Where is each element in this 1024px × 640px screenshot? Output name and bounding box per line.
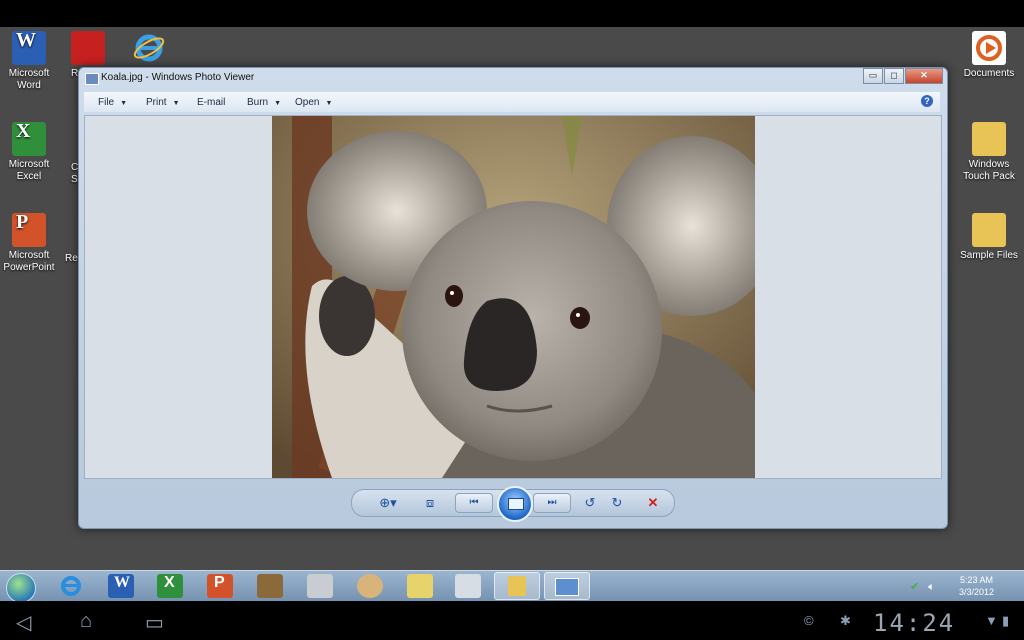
slideshow-button[interactable]	[497, 486, 533, 522]
photo-viewer-app-icon	[85, 73, 99, 85]
window-titlebar[interactable]: Koala.jpg - Windows Photo Viewer ▭ ◻ ✕	[79, 68, 947, 90]
internet-explorer-icon	[132, 31, 166, 65]
debug-icon: ✱	[840, 613, 851, 628]
powerpoint-icon: P	[12, 212, 46, 247]
start-button[interactable]	[6, 573, 36, 603]
close-button[interactable]: ✕	[905, 68, 943, 84]
slideshow-icon	[508, 498, 524, 510]
chevron-down-icon: ▼	[172, 100, 180, 107]
photo-viewer-icon	[555, 578, 579, 596]
powerpoint-icon: P	[214, 574, 225, 591]
documents-icon	[972, 31, 1006, 65]
action-center-icon[interactable]: ✔	[910, 581, 919, 593]
rotate-cw-icon[interactable]: ↻	[608, 493, 626, 513]
desktop-icon-label: Microsoft Excel	[8, 159, 50, 182]
taskbar-explorer[interactable]	[494, 572, 540, 600]
next-button[interactable]: ⏭	[533, 493, 571, 513]
taskbar-media-center[interactable]	[257, 574, 283, 598]
menu-bar: File ▼ Print ▼ E-mail Burn ▼ Open ▼ ?	[84, 92, 940, 112]
status-bar-top	[0, 0, 1024, 27]
desktop-icon-word[interactable]: W Microsoft Word	[0, 30, 60, 92]
desktop-icon-label: Documents	[963, 68, 1015, 79]
menu-email[interactable]: E-mail	[197, 97, 225, 108]
excel-icon: X	[164, 574, 175, 591]
copyright-icon: ©	[804, 613, 814, 628]
menu-file-label: File	[98, 97, 115, 108]
taskbar-keyboard[interactable]	[307, 574, 333, 598]
battery-icon: ▮	[1002, 613, 1010, 628]
taskbar-calculator[interactable]	[455, 574, 481, 598]
chevron-down-icon: ▼	[325, 100, 333, 107]
maximize-button[interactable]: ◻	[884, 68, 904, 84]
folder-icon	[972, 213, 1006, 247]
taskbar-date: 3/3/2012	[958, 587, 994, 597]
viewer-toolbar: ⊕▾ ⧈ ⏮ ⏭ ↺ ↻ ✕	[351, 486, 675, 522]
menu-email-label: E-mail	[197, 97, 226, 108]
taskbar-clock[interactable]: 5:23 AM 3/3/2012	[959, 574, 994, 598]
pdf-icon	[71, 31, 105, 65]
minimize-button[interactable]: ▭	[863, 68, 883, 84]
word-icon: W	[114, 574, 130, 591]
desktop-icon-documents[interactable]: Documents	[958, 31, 1020, 80]
window-title: Koala.jpg - Windows Photo Viewer	[101, 72, 255, 83]
desktop-icon-label: Sample Files	[960, 250, 1018, 261]
window-controls: ▭ ◻ ✕	[862, 68, 943, 84]
menu-burn-label: Burn	[247, 97, 269, 108]
taskbar-photo-viewer[interactable]	[544, 572, 590, 600]
taskbar-ie[interactable]	[58, 574, 84, 598]
menu-open[interactable]: Open ▼	[295, 97, 332, 108]
koala-photo	[272, 116, 755, 478]
taskbar-powerpoint[interactable]: P	[207, 574, 233, 598]
image-viewport[interactable]	[84, 115, 942, 479]
android-clock: 14:24	[873, 609, 956, 637]
desktop-icon-label: Microsoft Word	[8, 68, 50, 91]
menu-burn[interactable]: Burn ▼	[247, 97, 281, 108]
desktop-icon-sample-files[interactable]: Sample Files	[958, 213, 1020, 262]
desktop-icon-label: Windows Touch Pack	[963, 159, 1015, 182]
desktop-icon-label: Microsoft PowerPoint	[3, 250, 55, 273]
previous-button[interactable]: ⏮	[455, 493, 493, 513]
actual-size-icon[interactable]: ⧈	[420, 493, 440, 513]
taskbar-sticky-notes[interactable]	[407, 574, 433, 598]
delete-icon[interactable]: ✕	[644, 493, 662, 513]
excel-icon: X	[12, 121, 46, 156]
taskbar-word[interactable]: W	[108, 574, 134, 598]
taskbar-paint[interactable]	[357, 574, 383, 598]
taskbar: W X P ✔ 🔈︎ 5:23 AM 3/3/2012	[0, 570, 1024, 603]
folder-icon	[508, 576, 526, 596]
menu-file[interactable]: File ▼	[98, 97, 127, 108]
chevron-down-icon: ▼	[274, 100, 282, 107]
desktop-icon-powerpoint[interactable]: P Microsoft PowerPoint	[0, 212, 60, 274]
menu-print[interactable]: Print ▼	[146, 97, 180, 108]
folder-icon	[972, 122, 1006, 156]
photo-viewer-window[interactable]: Koala.jpg - Windows Photo Viewer ▭ ◻ ✕ F…	[78, 67, 948, 529]
desktop-icon-excel[interactable]: X Microsoft Excel	[0, 121, 60, 183]
taskbar-time: 5:23 AM	[959, 575, 993, 585]
android-navigation-bar: ◁ ⌂ ▭ © ✱ 14:24 ▼ ▮	[0, 601, 1024, 640]
home-button[interactable]: ⌂	[80, 610, 92, 633]
chevron-down-icon: ▼	[120, 100, 128, 107]
system-tray: ✔ 🔈︎	[910, 580, 935, 594]
menu-print-label: Print	[146, 97, 167, 108]
volume-icon[interactable]: 🔈︎	[928, 581, 935, 593]
menu-open-label: Open	[295, 97, 320, 108]
desktop-icon-ie[interactable]	[118, 31, 180, 68]
zoom-icon[interactable]: ⊕▾	[374, 493, 402, 513]
wifi-icon: ▼	[985, 613, 998, 628]
internet-explorer-icon	[61, 576, 81, 596]
word-icon: W	[12, 30, 46, 65]
help-icon[interactable]: ?	[921, 95, 933, 107]
rotate-ccw-icon[interactable]: ↺	[581, 493, 599, 513]
desktop-icon-windows-touch-pack[interactable]: Windows Touch Pack	[958, 122, 1020, 183]
taskbar-excel[interactable]: X	[157, 574, 183, 598]
recent-apps-button[interactable]: ▭	[145, 610, 164, 635]
back-button[interactable]: ◁	[16, 610, 31, 635]
